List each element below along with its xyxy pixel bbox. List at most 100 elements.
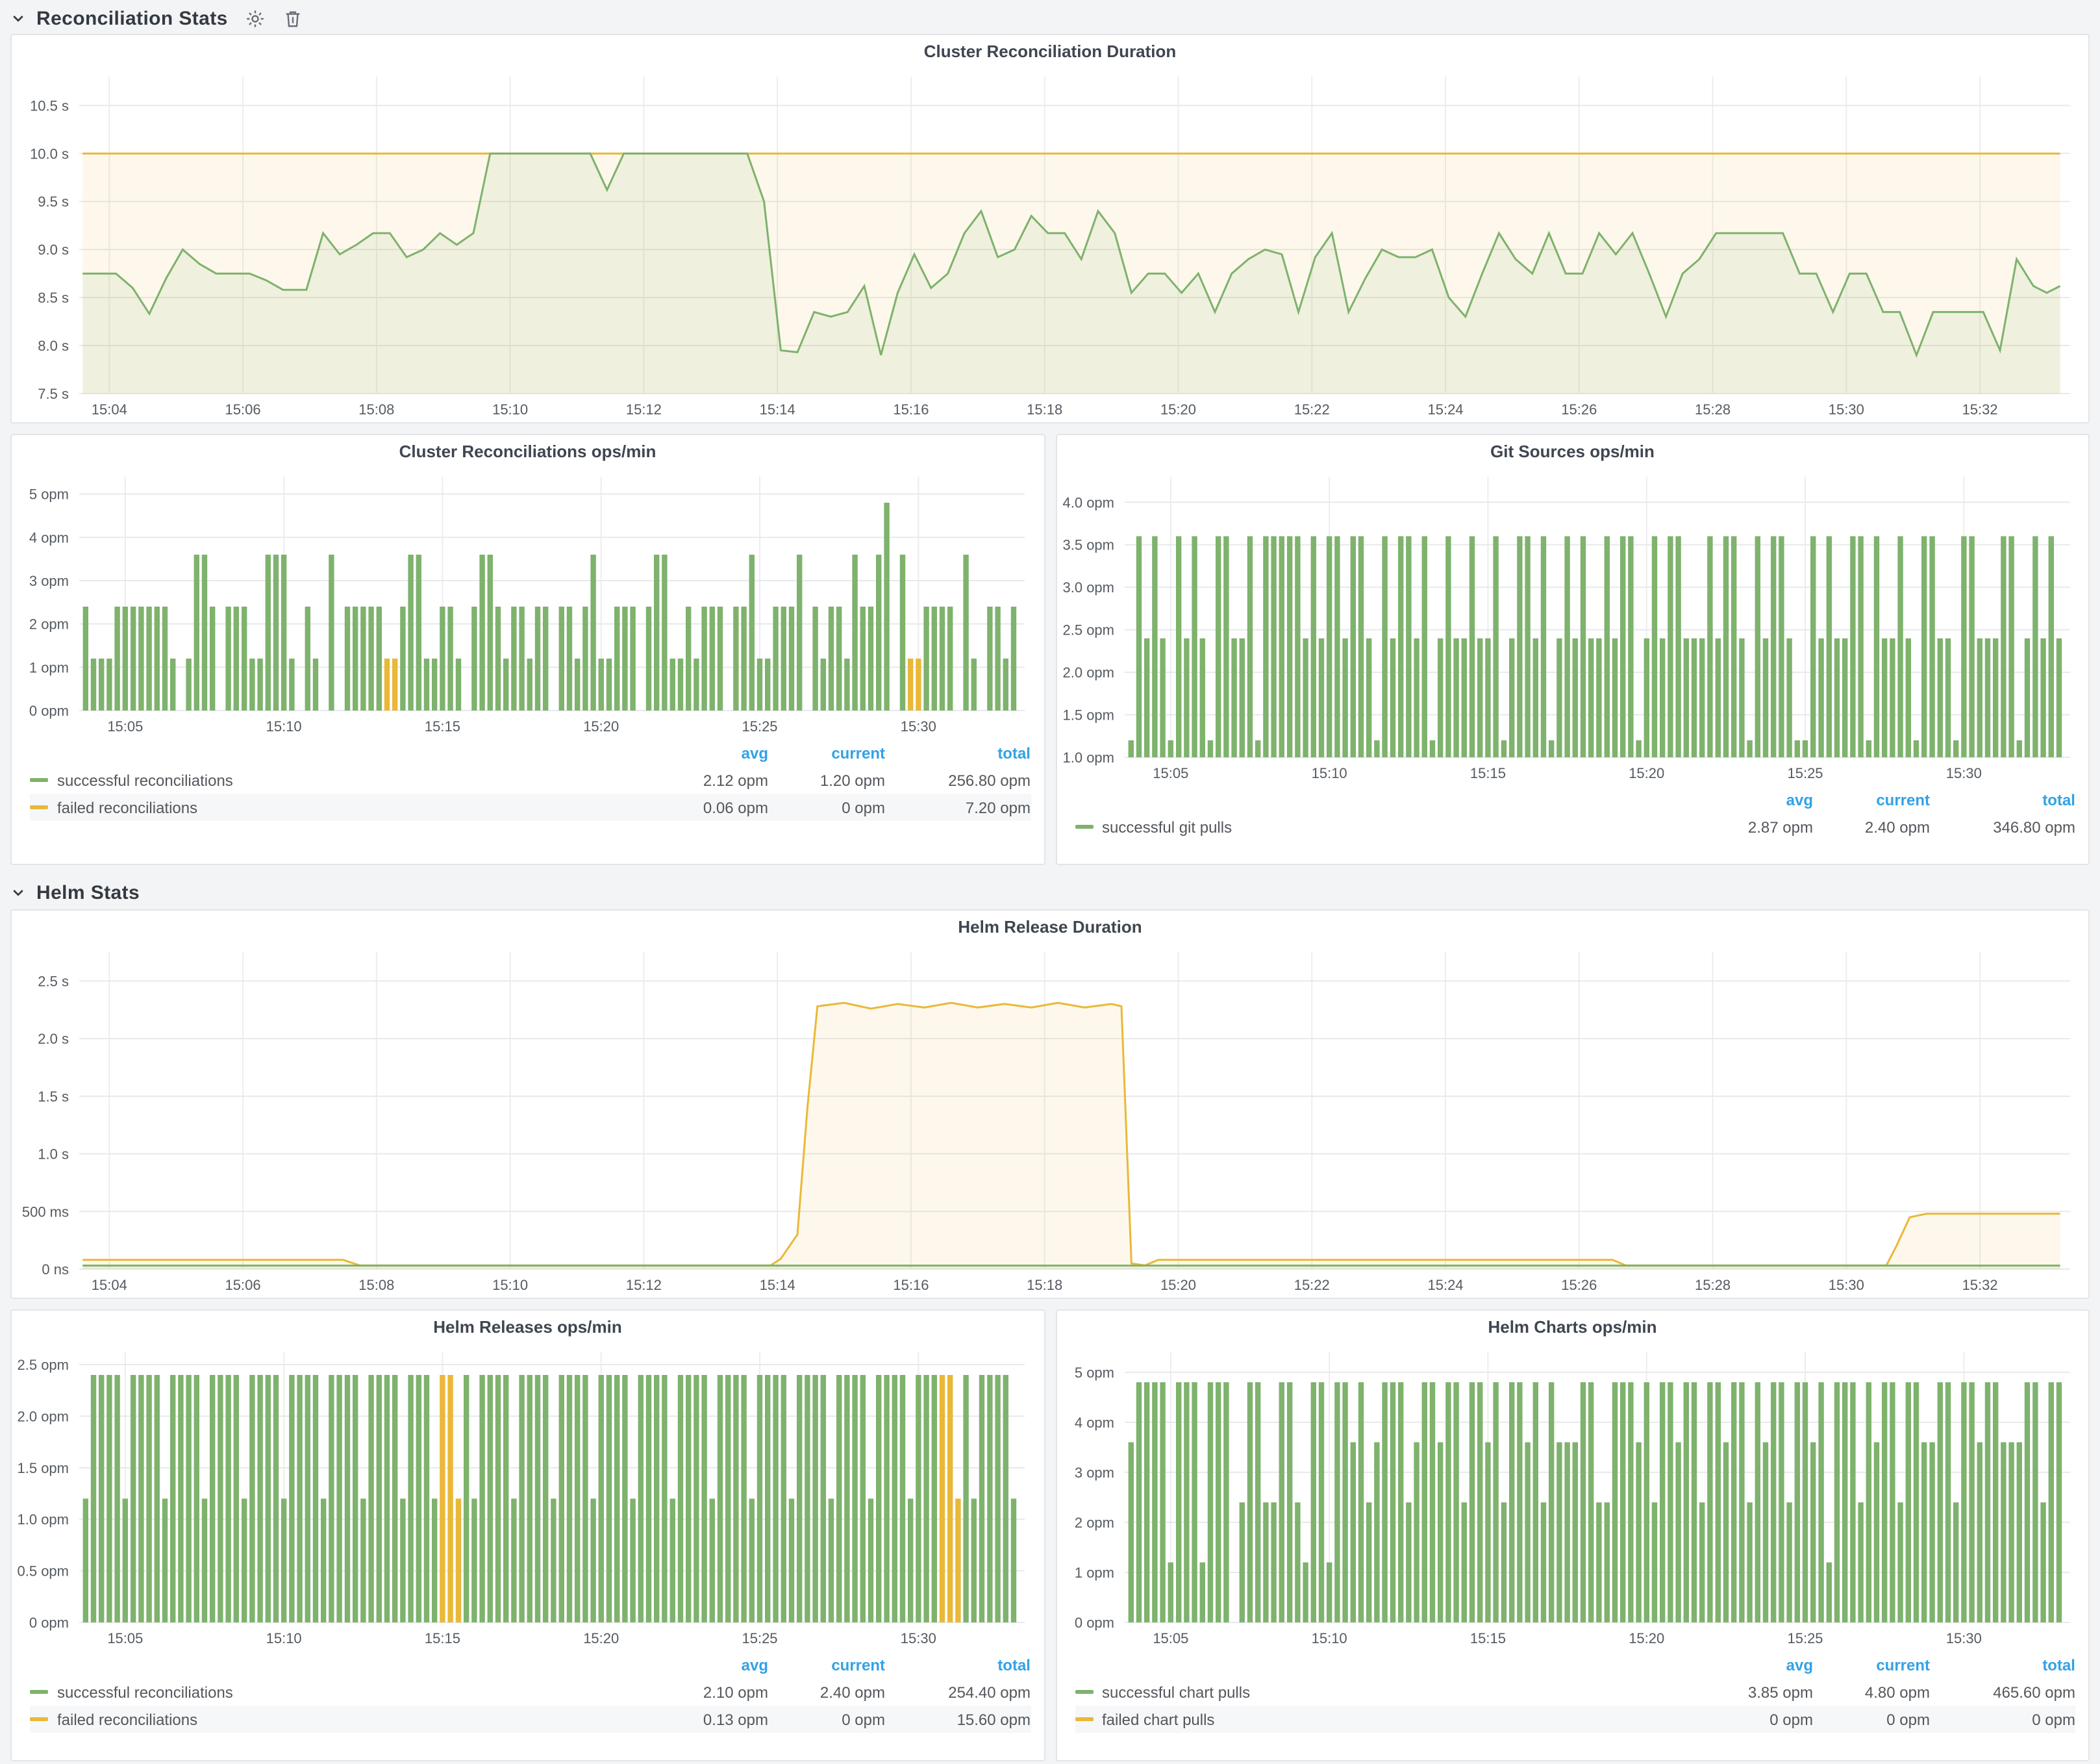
legend-header-row: avgcurrenttotal: [30, 739, 1031, 766]
svg-text:10.5 s: 10.5 s: [30, 97, 69, 114]
svg-text:15:10: 15:10: [266, 718, 302, 735]
legend-value-current: 2.40 opm: [768, 1683, 885, 1701]
series-color-dash: [1075, 1690, 1093, 1694]
svg-text:15:15: 15:15: [1469, 765, 1505, 781]
legend-column-total[interactable]: total: [1930, 790, 2075, 809]
svg-text:15:20: 15:20: [1160, 401, 1196, 418]
legend-value-avg: 3.85 opm: [1696, 1683, 1813, 1701]
legend-series-toggle[interactable]: failed reconciliations: [30, 798, 651, 816]
svg-text:1 opm: 1 opm: [1074, 1565, 1114, 1581]
svg-text:3.0 opm: 3.0 opm: [1062, 579, 1114, 596]
section-header-reconciliation-stats[interactable]: Reconciliation Stats: [0, 3, 2100, 34]
svg-text:15:30: 15:30: [1829, 1277, 1864, 1293]
svg-text:15:15: 15:15: [425, 1630, 460, 1646]
svg-text:15:12: 15:12: [626, 1277, 662, 1293]
legend-header-row: avgcurrenttotal: [30, 1651, 1031, 1678]
legend-value-current: 0 opm: [768, 1710, 885, 1728]
legend: avgcurrenttotal successful reconciliation…: [12, 739, 1044, 821]
legend-series-toggle[interactable]: successful chart pulls: [1075, 1683, 1696, 1701]
svg-text:3.5 opm: 3.5 opm: [1062, 537, 1114, 553]
svg-text:0.5 opm: 0.5 opm: [18, 1563, 69, 1580]
git-sources-chart[interactable]: 4.0 opm3.5 opm3.0 opm2.5 opm2.0 opm1.5 o…: [1056, 466, 2088, 786]
svg-text:5 opm: 5 opm: [29, 486, 69, 503]
legend-column-total[interactable]: total: [885, 744, 1031, 762]
svg-text:15:08: 15:08: [358, 401, 394, 418]
svg-text:15:20: 15:20: [583, 1630, 619, 1646]
svg-text:15:20: 15:20: [583, 718, 619, 735]
legend-value-total: 7.20 opm: [885, 798, 1031, 816]
row-helm-bars: Helm Releases ops/min 2.5 opm2.0 opm1.5 …: [10, 1309, 2090, 1761]
svg-text:15:05: 15:05: [107, 1630, 143, 1646]
svg-text:15:15: 15:15: [425, 718, 460, 735]
section-header-helm-stats[interactable]: Helm Stats: [0, 876, 2100, 909]
legend-value-avg: 0 opm: [1696, 1710, 1813, 1728]
legend-series-toggle[interactable]: failed chart pulls: [1075, 1710, 1696, 1728]
legend-series-toggle[interactable]: successful git pulls: [1075, 818, 1696, 836]
svg-text:15:14: 15:14: [760, 1277, 795, 1293]
cluster-reconciliations-chart[interactable]: 5 opm4 opm3 opm2 opm1 opm0 opm15:0515:10…: [12, 466, 1044, 739]
legend-series-toggle[interactable]: successful reconciliations: [30, 1683, 651, 1701]
svg-text:15:22: 15:22: [1294, 401, 1330, 418]
legend-value-avg: 0.06 opm: [651, 798, 768, 816]
gear-icon[interactable]: [246, 8, 266, 28]
helm-releases-chart[interactable]: 2.5 opm2.0 opm1.5 opm1.0 opm0.5 opm0 opm…: [12, 1342, 1044, 1651]
legend-series-toggle[interactable]: failed reconciliations: [30, 1710, 651, 1728]
legend-value-total: 15.60 opm: [885, 1710, 1031, 1728]
svg-text:2.0 opm: 2.0 opm: [1062, 664, 1114, 681]
legend-column-avg[interactable]: avg: [651, 744, 768, 762]
legend: avgcurrenttotal successful chart pulls3.8…: [1056, 1651, 2088, 1733]
svg-text:15:24: 15:24: [1427, 401, 1463, 418]
svg-text:1.0 s: 1.0 s: [38, 1146, 69, 1163]
svg-text:8.5 s: 8.5 s: [38, 290, 69, 306]
panel-title[interactable]: Helm Releases ops/min: [12, 1311, 1044, 1342]
legend-value-total: 346.80 opm: [1930, 818, 2075, 836]
svg-text:15:30: 15:30: [1945, 765, 1981, 781]
svg-text:7.5 s: 7.5 s: [38, 386, 69, 402]
legend-column-current[interactable]: current: [768, 744, 885, 762]
legend-series-toggle[interactable]: successful reconciliations: [30, 771, 651, 789]
svg-text:15:26: 15:26: [1561, 401, 1597, 418]
helm-release-duration-chart[interactable]: 2.5 s2.0 s1.5 s1.0 s500 ms0 ns15:0415:06…: [12, 942, 2088, 1298]
svg-text:15:28: 15:28: [1695, 1277, 1731, 1293]
svg-text:15:12: 15:12: [626, 401, 662, 418]
svg-text:2.0 opm: 2.0 opm: [18, 1408, 69, 1424]
svg-text:15:30: 15:30: [1829, 401, 1864, 418]
svg-text:15:22: 15:22: [1294, 1277, 1330, 1293]
panel-title[interactable]: Helm Release Duration: [12, 911, 2088, 942]
svg-text:3 opm: 3 opm: [1074, 1465, 1114, 1481]
svg-text:15:20: 15:20: [1628, 1630, 1664, 1646]
series-color-dash: [1075, 1717, 1093, 1721]
legend-column-current[interactable]: current: [768, 1656, 885, 1674]
panel-title[interactable]: Git Sources ops/min: [1056, 435, 2088, 466]
section-title: Helm Stats: [36, 881, 140, 903]
series-color-dash: [30, 1717, 48, 1721]
helm-releases-opm-svg: 2.5 opm2.0 opm1.5 opm1.0 opm0.5 opm0 opm…: [12, 1342, 1040, 1651]
legend-column-current[interactable]: current: [1813, 1656, 1930, 1674]
legend-column-total[interactable]: total: [1930, 1656, 2075, 1674]
panel-helm-charts-opm: Helm Charts ops/min 5 opm4 opm3 opm2 opm…: [1055, 1309, 2090, 1761]
legend-column-current[interactable]: current: [1813, 790, 1930, 809]
legend: avgcurrenttotalsuccessful git pulls2.87 …: [1056, 786, 2088, 840]
legend-row-failed-reconciliations: failed reconciliations0.13 opm0 opm15.60…: [30, 1706, 1031, 1733]
panel-title[interactable]: Cluster Reconciliation Duration: [12, 35, 2088, 66]
svg-text:2 opm: 2 opm: [29, 616, 69, 633]
panel-title[interactable]: Helm Charts ops/min: [1056, 1311, 2088, 1342]
svg-text:2.5 opm: 2.5 opm: [18, 1357, 69, 1373]
cluster-reconciliations-opm-svg: 5 opm4 opm3 opm2 opm1 opm0 opm15:0515:10…: [12, 466, 1040, 739]
legend-column-avg[interactable]: avg: [1696, 790, 1813, 809]
cluster-reconciliation-duration-chart[interactable]: 10.5 s10.0 s9.5 s9.0 s8.5 s8.0 s7.5 s15:…: [12, 66, 2088, 422]
svg-text:15:25: 15:25: [742, 718, 777, 735]
git-sources-opm-svg: 4.0 opm3.5 opm3.0 opm2.5 opm2.0 opm1.5 o…: [1056, 466, 2085, 786]
svg-text:15:10: 15:10: [492, 401, 528, 418]
legend-column-avg[interactable]: avg: [1696, 1656, 1813, 1674]
legend-value-avg: 2.12 opm: [651, 771, 768, 789]
helm-charts-chart[interactable]: 5 opm4 opm3 opm2 opm1 opm0 opm15:0515:10…: [1056, 1342, 2088, 1651]
svg-text:15:32: 15:32: [1962, 1277, 1998, 1293]
legend-column-total[interactable]: total: [885, 1656, 1031, 1674]
trash-icon[interactable]: [284, 8, 303, 28]
legend-column-avg[interactable]: avg: [651, 1656, 768, 1674]
legend-value-current: 0 opm: [1813, 1710, 1930, 1728]
legend-value-total: 254.40 opm: [885, 1683, 1031, 1701]
panel-title[interactable]: Cluster Reconciliations ops/min: [12, 435, 1044, 466]
svg-text:15:10: 15:10: [492, 1277, 528, 1293]
